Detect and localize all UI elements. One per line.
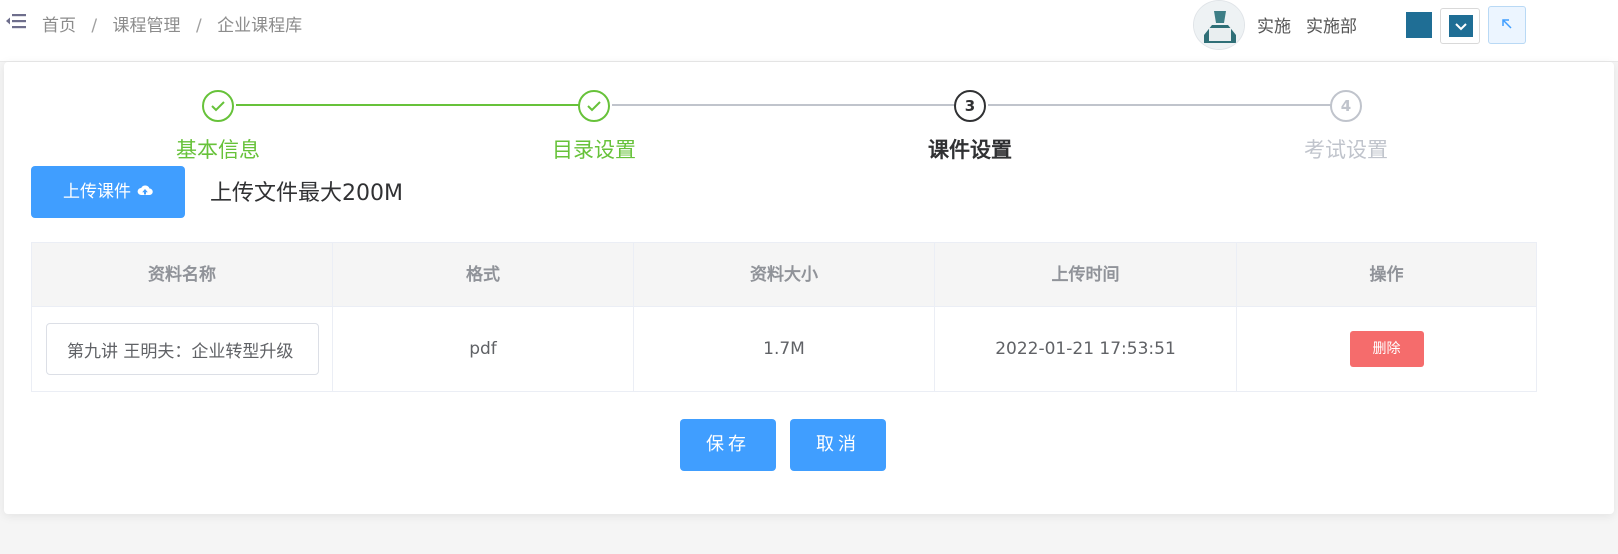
cloud-upload-icon [131,182,153,202]
column-header-upload-time: 上传时间 [935,243,1237,306]
step-2-title: 目录设置 [552,138,636,162]
arrow-up-left-icon[interactable] [1488,6,1526,44]
breadcrumb-enterprise-course-library: 企业课程库 [217,16,303,36]
courseware-table: 资料名称 格式 资料大小 上传时间 操作 pdf 1.7M 2022-01-21… [31,242,1537,392]
cell-name [32,307,333,391]
step-4-icon: 4 [1330,90,1362,122]
column-header-actions: 操作 [1369,265,1404,285]
step-1-icon [202,90,234,122]
breadcrumb-home[interactable]: 首页 [42,16,76,36]
step-3-icon: 3 [954,90,986,122]
theme-color-picker[interactable] [1440,8,1480,44]
material-name-input[interactable] [46,323,319,375]
cell-size: 1.7M [634,307,935,391]
course-editor-card: 3 4 基本信息 目录设置 课件设置 考试设置 上传课件 上传文件最大200M … [4,62,1614,514]
column-header-size: 资料大小 [634,243,935,306]
save-button[interactable]: 保存 [680,419,776,471]
breadcrumb-course-management[interactable]: 课程管理 [113,16,181,36]
top-header: 首页 / 课程管理 / 企业课程库 实施 实施部 [0,0,1618,62]
menu-fold-icon[interactable] [6,12,26,32]
user-name[interactable]: 实施 [1257,12,1291,37]
step-2-icon [578,90,610,122]
delete-button[interactable]: 删除 [1349,331,1424,367]
steps: 3 4 基本信息 目录设置 课件设置 考试设置 [4,62,1614,162]
table-row: pdf 1.7M 2022-01-21 17:53:51 删除 [32,307,1536,391]
upload-courseware-button[interactable]: 上传课件 [31,166,185,218]
cell-format: pdf [333,307,634,391]
upload-size-hint: 上传文件最大200M [210,181,403,206]
column-header-name: 资料名称 [32,243,333,306]
theme-color-swatch[interactable] [1406,12,1432,38]
table-header: 资料名称 格式 资料大小 上传时间 操作 [32,243,1536,307]
cell-upload-time: 2022-01-21 17:53:51 [935,307,1237,391]
step-connector [236,104,582,106]
breadcrumb: 首页 / 课程管理 / 企业课程库 [42,11,302,36]
breadcrumb-separator: / [195,16,202,36]
cell-actions: 删除 [1237,307,1536,391]
chevron-down-icon [1449,15,1473,37]
step-connector [988,104,1334,106]
column-header-format: 格式 [333,243,634,306]
step-3-title: 课件设置 [928,138,1012,162]
upload-button-label: 上传课件 [63,182,131,202]
breadcrumb-separator: / [91,16,98,36]
step-1-title: 基本信息 [176,138,260,162]
user-department[interactable]: 实施部 [1306,12,1357,37]
user-avatar[interactable] [1193,0,1245,50]
cancel-button[interactable]: 取消 [790,419,886,471]
step-connector [612,104,958,106]
step-4-title: 考试设置 [1304,138,1388,162]
